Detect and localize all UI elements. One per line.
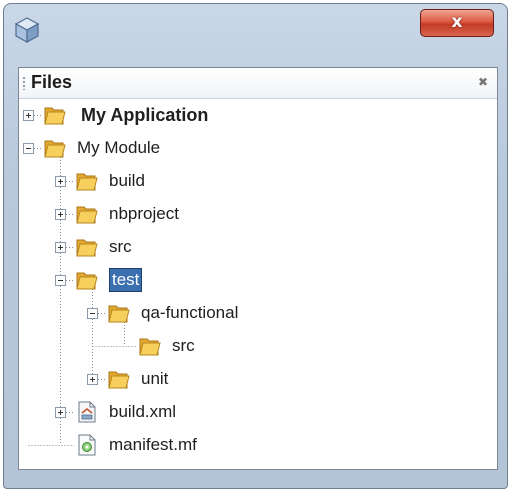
- tree-item-label: unit: [141, 369, 169, 388]
- tree-item-label: build.xml: [109, 402, 177, 421]
- folder-icon: [75, 202, 99, 226]
- folder-icon: [43, 136, 67, 160]
- cube-icon: [14, 16, 40, 44]
- tree-item-label: qa-functional: [141, 303, 239, 322]
- window-close-button[interactable]: x: [420, 9, 494, 37]
- files-window: x Files ✖ My Application My Module build nb…: [3, 3, 508, 489]
- folder-icon: [107, 367, 131, 391]
- collapse-toggle-icon[interactable]: [23, 143, 34, 154]
- collapse-toggle-icon[interactable]: [55, 275, 66, 286]
- xml-file-icon: [75, 400, 99, 424]
- tree-item[interactable]: nbproject: [19, 200, 497, 230]
- tree-item-label: src: [172, 336, 195, 355]
- folder-icon: [43, 103, 67, 127]
- tree-item[interactable]: My Application: [19, 101, 497, 131]
- folder-icon: [75, 268, 99, 292]
- folder-icon: [107, 301, 131, 325]
- folder-icon: [75, 235, 99, 259]
- tree-item-label: My Application: [81, 105, 209, 125]
- tree-item[interactable]: qa-functional: [19, 299, 497, 329]
- drag-grip-icon[interactable]: [23, 76, 25, 90]
- tree-item[interactable]: build: [19, 167, 497, 197]
- tree-item[interactable]: src: [19, 332, 497, 362]
- tree-item[interactable]: build.xml: [19, 398, 497, 428]
- tree-item[interactable]: src: [19, 233, 497, 263]
- files-panel: Files ✖ My Application My Module build nbpr…: [18, 67, 498, 470]
- expand-toggle-icon[interactable]: [55, 242, 66, 253]
- tree-item[interactable]: My Module: [19, 134, 497, 164]
- expand-toggle-icon[interactable]: [55, 176, 66, 187]
- file-tree: My Application My Module build nbproject src…: [19, 99, 497, 469]
- tree-item-label: My Module: [77, 138, 161, 157]
- folder-icon: [138, 334, 162, 358]
- expand-toggle-icon[interactable]: [87, 374, 98, 385]
- expand-toggle-icon[interactable]: [55, 209, 66, 220]
- panel-title: Files: [31, 72, 73, 92]
- tree-item-label: src: [109, 237, 132, 256]
- tree-item[interactable]: test: [19, 266, 497, 296]
- manifest-file-icon: [75, 433, 99, 457]
- tree-item-label: manifest.mf: [109, 435, 197, 454]
- tree-item-label: build: [109, 171, 145, 190]
- expand-toggle-icon[interactable]: [55, 407, 66, 418]
- tree-item-label: test: [109, 268, 143, 292]
- tree-item[interactable]: unit: [19, 365, 497, 395]
- tree-item[interactable]: manifest.mf: [19, 431, 497, 461]
- folder-icon: [75, 169, 99, 193]
- expand-toggle-icon[interactable]: [23, 110, 34, 121]
- collapse-toggle-icon[interactable]: [87, 308, 98, 319]
- panel-header: Files ✖: [19, 68, 497, 99]
- tree-item-label: nbproject: [109, 204, 179, 223]
- panel-close-icon[interactable]: ✖: [478, 76, 490, 88]
